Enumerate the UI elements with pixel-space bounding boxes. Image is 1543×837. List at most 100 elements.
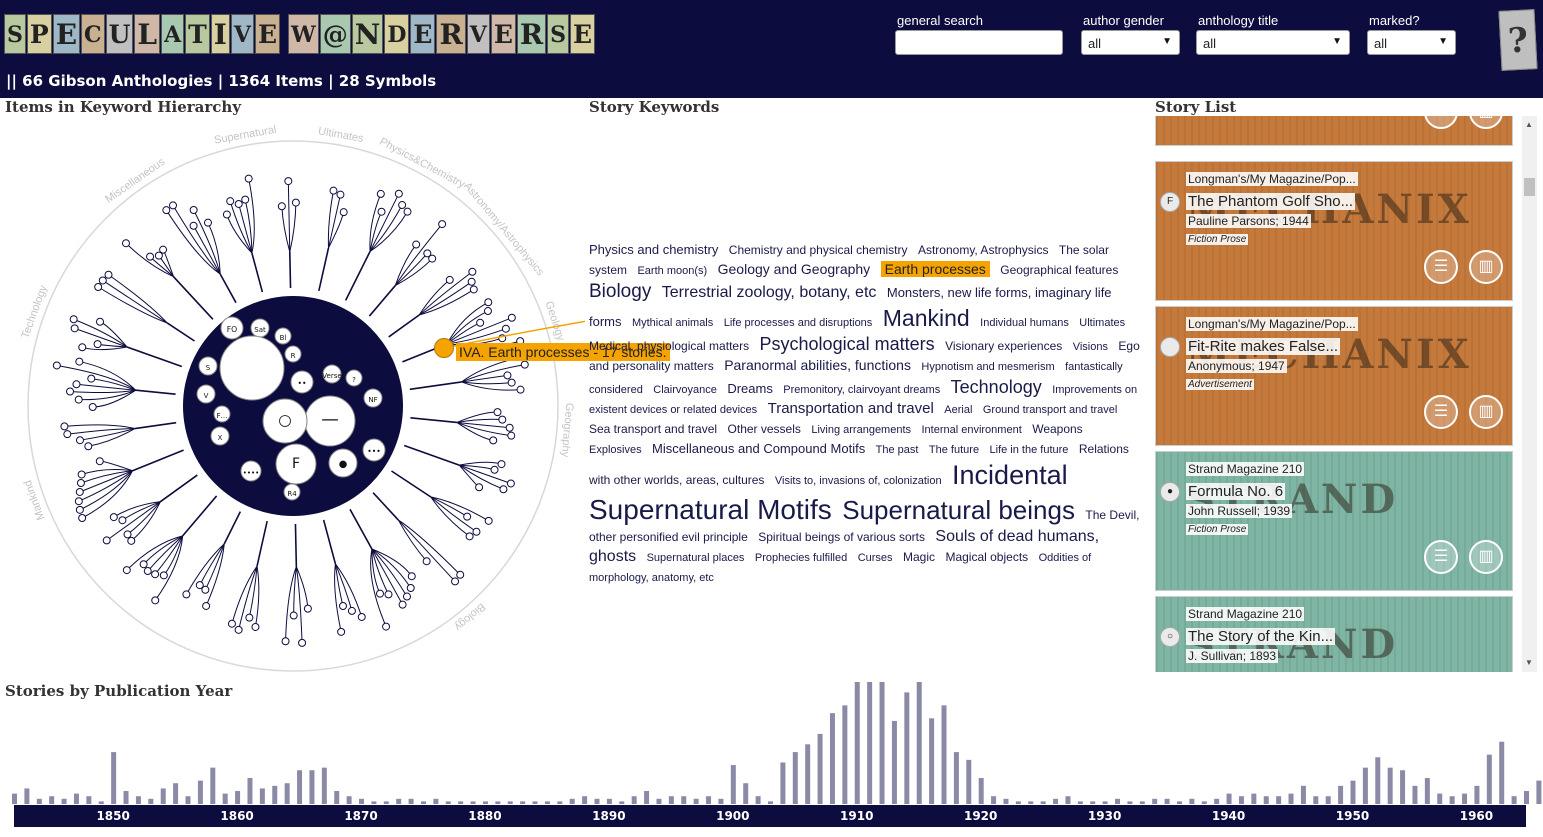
year-bar[interactable]: [1511, 796, 1517, 804]
keyword-item[interactable]: Other vessels: [728, 422, 801, 436]
year-bar[interactable]: [1040, 801, 1046, 804]
story-title[interactable]: Fit-Rite makes False...: [1186, 338, 1341, 355]
keyword-item[interactable]: Mythical animals: [632, 317, 713, 329]
year-bar[interactable]: [1362, 767, 1368, 804]
keyword-item[interactable]: Medical, physiological matters: [589, 339, 749, 353]
year-bar[interactable]: [1536, 780, 1542, 804]
keyword-item[interactable]: Weapons: [1032, 422, 1082, 436]
search-input[interactable]: [895, 30, 1063, 55]
year-bar[interactable]: [681, 796, 687, 804]
year-bar[interactable]: [644, 791, 650, 804]
keyword-item[interactable]: Aerial: [944, 404, 972, 416]
scroll-up-icon[interactable]: ▲: [1525, 120, 1533, 129]
year-bar[interactable]: [272, 785, 278, 804]
year-bar[interactable]: [594, 798, 600, 804]
story-card[interactable]: MECHANIXLongman's/My Magazine/Pop...Fit-…: [1155, 306, 1513, 446]
year-bar[interactable]: [780, 762, 786, 804]
keyword-item[interactable]: Geographical features: [1000, 263, 1118, 277]
year-bar[interactable]: [817, 733, 823, 804]
year-bar[interactable]: [185, 796, 191, 804]
year-bar[interactable]: [470, 801, 476, 804]
year-bar[interactable]: [321, 767, 327, 804]
year-bar[interactable]: [768, 801, 773, 804]
keyword-item[interactable]: Mankind: [883, 305, 970, 331]
keyword-item[interactable]: Ultimates: [1079, 317, 1125, 329]
keyword-item[interactable]: Individual humans: [980, 317, 1069, 329]
year-bar[interactable]: [631, 796, 637, 804]
year-bar[interactable]: [891, 720, 897, 804]
document-icon[interactable]: ☰: [1424, 395, 1458, 429]
year-bar[interactable]: [829, 713, 835, 804]
year-bar[interactable]: [1387, 767, 1393, 804]
keyword-item[interactable]: Chemistry and physical chemistry: [729, 243, 908, 257]
keyword-item[interactable]: Clairvoyance: [653, 384, 717, 396]
year-bar[interactable]: [532, 801, 538, 804]
story-card[interactable]: MECHANIX☰▥: [1155, 116, 1513, 146]
year-bar[interactable]: [656, 798, 662, 804]
year-bar[interactable]: [1115, 798, 1121, 804]
year-bar[interactable]: [904, 692, 910, 804]
year-bar[interactable]: [173, 783, 179, 804]
year-bar[interactable]: [991, 796, 997, 804]
keyword-item[interactable]: Living arrangements: [811, 424, 911, 436]
keyword-item[interactable]: Dreams: [727, 381, 773, 396]
story-card[interactable]: STRAND○Strand Magazine 210The Story of t…: [1155, 596, 1513, 672]
year-bar[interactable]: [1053, 798, 1059, 804]
year-bar[interactable]: [383, 801, 389, 804]
year-bar[interactable]: [1003, 798, 1009, 804]
year-bar[interactable]: [135, 796, 141, 804]
year-bar[interactable]: [1288, 793, 1294, 804]
year-bar[interactable]: [1474, 785, 1480, 804]
year-bar[interactable]: [359, 798, 365, 804]
keyword-item[interactable]: Incidental: [952, 460, 1068, 490]
year-bar[interactable]: [693, 798, 699, 804]
year-bar[interactable]: [86, 796, 92, 804]
year-bar[interactable]: [1300, 785, 1306, 804]
keyword-item[interactable]: Curses: [858, 552, 893, 564]
year-bar[interactable]: [1350, 780, 1356, 804]
year-bar[interactable]: [1424, 778, 1430, 804]
book-icon[interactable]: ▥: [1469, 250, 1503, 284]
year-bar[interactable]: [1313, 796, 1319, 804]
keyword-item[interactable]: Life processes and disruptions: [724, 317, 873, 329]
keyword-item[interactable]: The future: [929, 444, 979, 456]
year-bar[interactable]: [1226, 793, 1232, 804]
keyword-item[interactable]: Premonitory, clairvoyant dreams: [783, 384, 940, 396]
year-bar[interactable]: [1338, 785, 1344, 804]
keyword-item[interactable]: Visits to, invasions of, colonization: [775, 475, 942, 487]
keyword-item[interactable]: Geology and Geography: [718, 261, 871, 277]
year-bar[interactable]: [743, 783, 749, 804]
keyword-item[interactable]: Spiritual beings of various sorts: [758, 530, 925, 544]
year-bar[interactable]: [1251, 793, 1257, 804]
scrollbar-thumb[interactable]: [1524, 178, 1535, 196]
story-title[interactable]: The Phantom Golf Sho...: [1186, 193, 1356, 210]
help-icon[interactable]: ?: [1498, 9, 1538, 71]
year-bar[interactable]: [334, 791, 340, 804]
year-bar[interactable]: [718, 798, 724, 804]
keyword-item[interactable]: Hypnotism and mesmerism: [921, 361, 1054, 373]
document-icon[interactable]: ☰: [1424, 250, 1458, 284]
keyword-item[interactable]: Physics and chemistry: [589, 242, 718, 257]
year-bar[interactable]: [1412, 785, 1418, 804]
year-bar[interactable]: [297, 770, 303, 804]
year-bar[interactable]: [259, 788, 265, 804]
keyword-item[interactable]: Prophecies fulfilled: [755, 552, 847, 564]
anthology-select[interactable]: all ▼: [1196, 30, 1350, 55]
year-bar[interactable]: [284, 783, 290, 804]
year-bar[interactable]: [941, 705, 947, 804]
year-bar[interactable]: [867, 682, 873, 804]
keyword-item[interactable]: Earth moon(s): [637, 265, 707, 277]
year-bar[interactable]: [1139, 801, 1145, 804]
keyword-item[interactable]: Internal environment: [921, 424, 1021, 436]
year-bar[interactable]: [1276, 796, 1282, 804]
keyword-item[interactable]: Transportation and travel: [768, 400, 934, 417]
year-bar[interactable]: [1189, 798, 1195, 804]
keyword-hierarchy-tree[interactable]: Supernatural UltimatesPhysics&ChemistryAs…: [0, 116, 585, 676]
keyword-item[interactable]: Explosives: [589, 444, 642, 456]
year-bar[interactable]: [73, 793, 79, 804]
keyword-item[interactable]: Paranormal abilities, functions: [724, 357, 911, 373]
year-bar[interactable]: [557, 801, 563, 804]
story-title[interactable]: The Story of the Kin...: [1186, 628, 1336, 645]
year-bar[interactable]: [458, 801, 464, 804]
year-bar[interactable]: [805, 744, 811, 804]
